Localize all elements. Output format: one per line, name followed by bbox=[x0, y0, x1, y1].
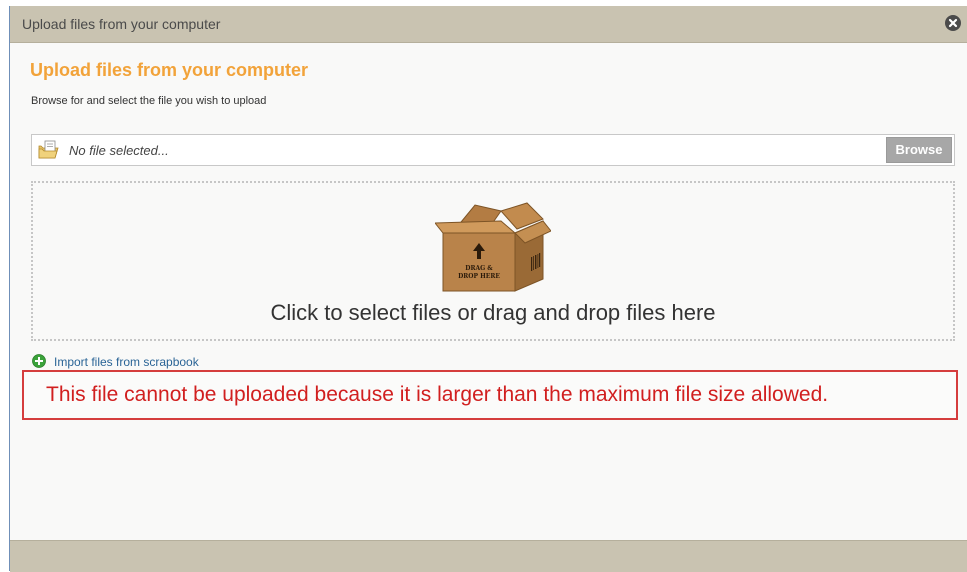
page-subheading: Browse for and select the file you wish … bbox=[31, 95, 267, 107]
upload-dialog: Upload files from your computer Upload f… bbox=[9, 6, 967, 572]
box-label-line2: DROP HERE bbox=[458, 273, 500, 280]
box-label-line1: DRAG & bbox=[465, 265, 493, 272]
close-button[interactable] bbox=[945, 15, 961, 31]
folder-file-icon bbox=[38, 140, 59, 159]
file-placeholder: No file selected... bbox=[69, 143, 169, 158]
page-heading: Upload files from your computer bbox=[30, 60, 309, 80]
file-input-field[interactable]: No file selected... Browse bbox=[31, 134, 955, 166]
dropzone-instructions: Click to select files or drag and drop f… bbox=[270, 300, 716, 325]
dialog-footer bbox=[10, 540, 967, 572]
import-link-label: Import files from scrapbook bbox=[54, 355, 199, 369]
cardboard-box-icon: DRAG & DROP HERE bbox=[435, 202, 551, 292]
error-message: This file cannot be uploaded because it … bbox=[46, 383, 829, 406]
dialog-titlebar: Upload files from your computer bbox=[10, 6, 967, 43]
close-circle-icon bbox=[948, 18, 958, 28]
drop-zone[interactable]: DRAG & DROP HERE Click to select files o… bbox=[31, 181, 955, 341]
dialog-title: Upload files from your computer bbox=[22, 16, 221, 32]
browse-button[interactable]: Browse bbox=[886, 137, 952, 163]
green-plus-circle-icon bbox=[32, 354, 46, 368]
error-message-box: This file cannot be uploaded because it … bbox=[22, 370, 958, 420]
